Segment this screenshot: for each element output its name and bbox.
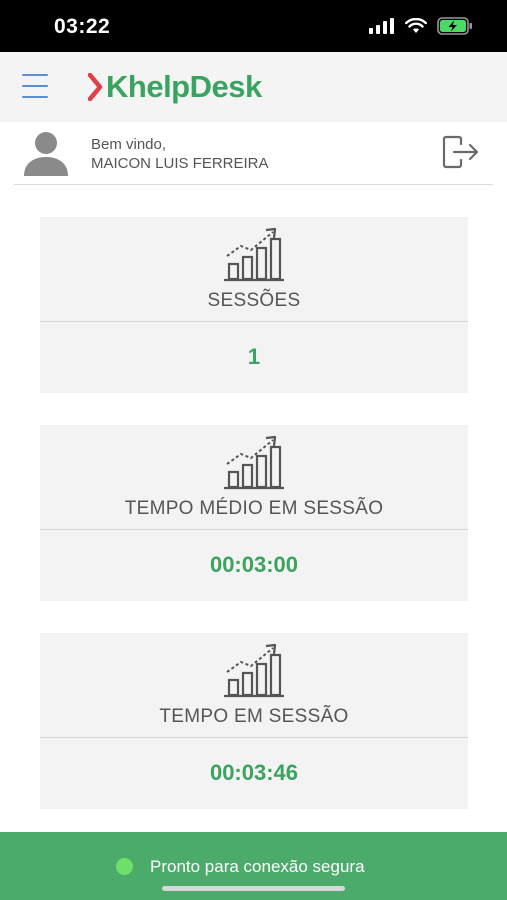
logo-chevron-icon [88, 73, 103, 101]
card-title: TEMPO MÉDIO EM SESSÃO [124, 498, 384, 519]
connection-status-dot [116, 858, 133, 875]
status-time: 03:22 [54, 15, 111, 38]
card-title: SESSÕES [207, 290, 301, 311]
card-value: 1 [247, 344, 261, 369]
stat-card-sessions: SESSÕES 1 [40, 217, 468, 393]
logout-icon[interactable] [441, 135, 481, 169]
user-row: Bem vindo, MAICON LUIS FERREIRA [14, 122, 493, 185]
bar-chart-growth-icon [224, 435, 284, 490]
logo-text: helpDesk [127, 69, 262, 104]
stat-card-average-session-time: TEMPO MÉDIO EM SESSÃO 00:03:00 [40, 425, 468, 601]
menu-line [22, 74, 48, 76]
user-name: MAICON LUIS FERREIRA [91, 155, 269, 172]
cellular-signal-icon [369, 18, 394, 34]
welcome-block: Bem vindo, MAICON LUIS FERREIRA [91, 135, 269, 173]
connection-status-bar: Pronto para conexão segura [0, 832, 507, 900]
menu-line [22, 85, 48, 87]
bar-chart-growth-icon [224, 227, 284, 282]
menu-button[interactable] [22, 74, 48, 98]
battery-charging-icon [437, 17, 472, 35]
card-value: 00:03:00 [209, 552, 299, 577]
card-title: TEMPO EM SESSÃO [159, 706, 349, 727]
status-bar: 03:22 [0, 0, 507, 52]
card-header: TEMPO EM SESSÃO [40, 633, 468, 738]
card-header: SESSÕES [40, 217, 468, 322]
app-logo: KhelpDesk [88, 69, 262, 105]
menu-line [22, 96, 48, 98]
home-indicator[interactable] [162, 886, 345, 891]
card-header: TEMPO MÉDIO EM SESSÃO [40, 425, 468, 530]
connection-status-text: Pronto para conexão segura [150, 857, 365, 876]
greeting-text: Bem vindo, [91, 136, 167, 153]
status-icons [369, 17, 473, 35]
app-header: KhelpDesk [0, 52, 507, 122]
stat-card-session-time: TEMPO EM SESSÃO 00:03:46 [40, 633, 468, 809]
logo-mark: K [106, 69, 128, 104]
card-value: 00:03:46 [209, 760, 299, 785]
user-avatar-icon [24, 132, 68, 176]
wifi-icon [405, 18, 427, 33]
bar-chart-growth-icon [224, 643, 284, 698]
